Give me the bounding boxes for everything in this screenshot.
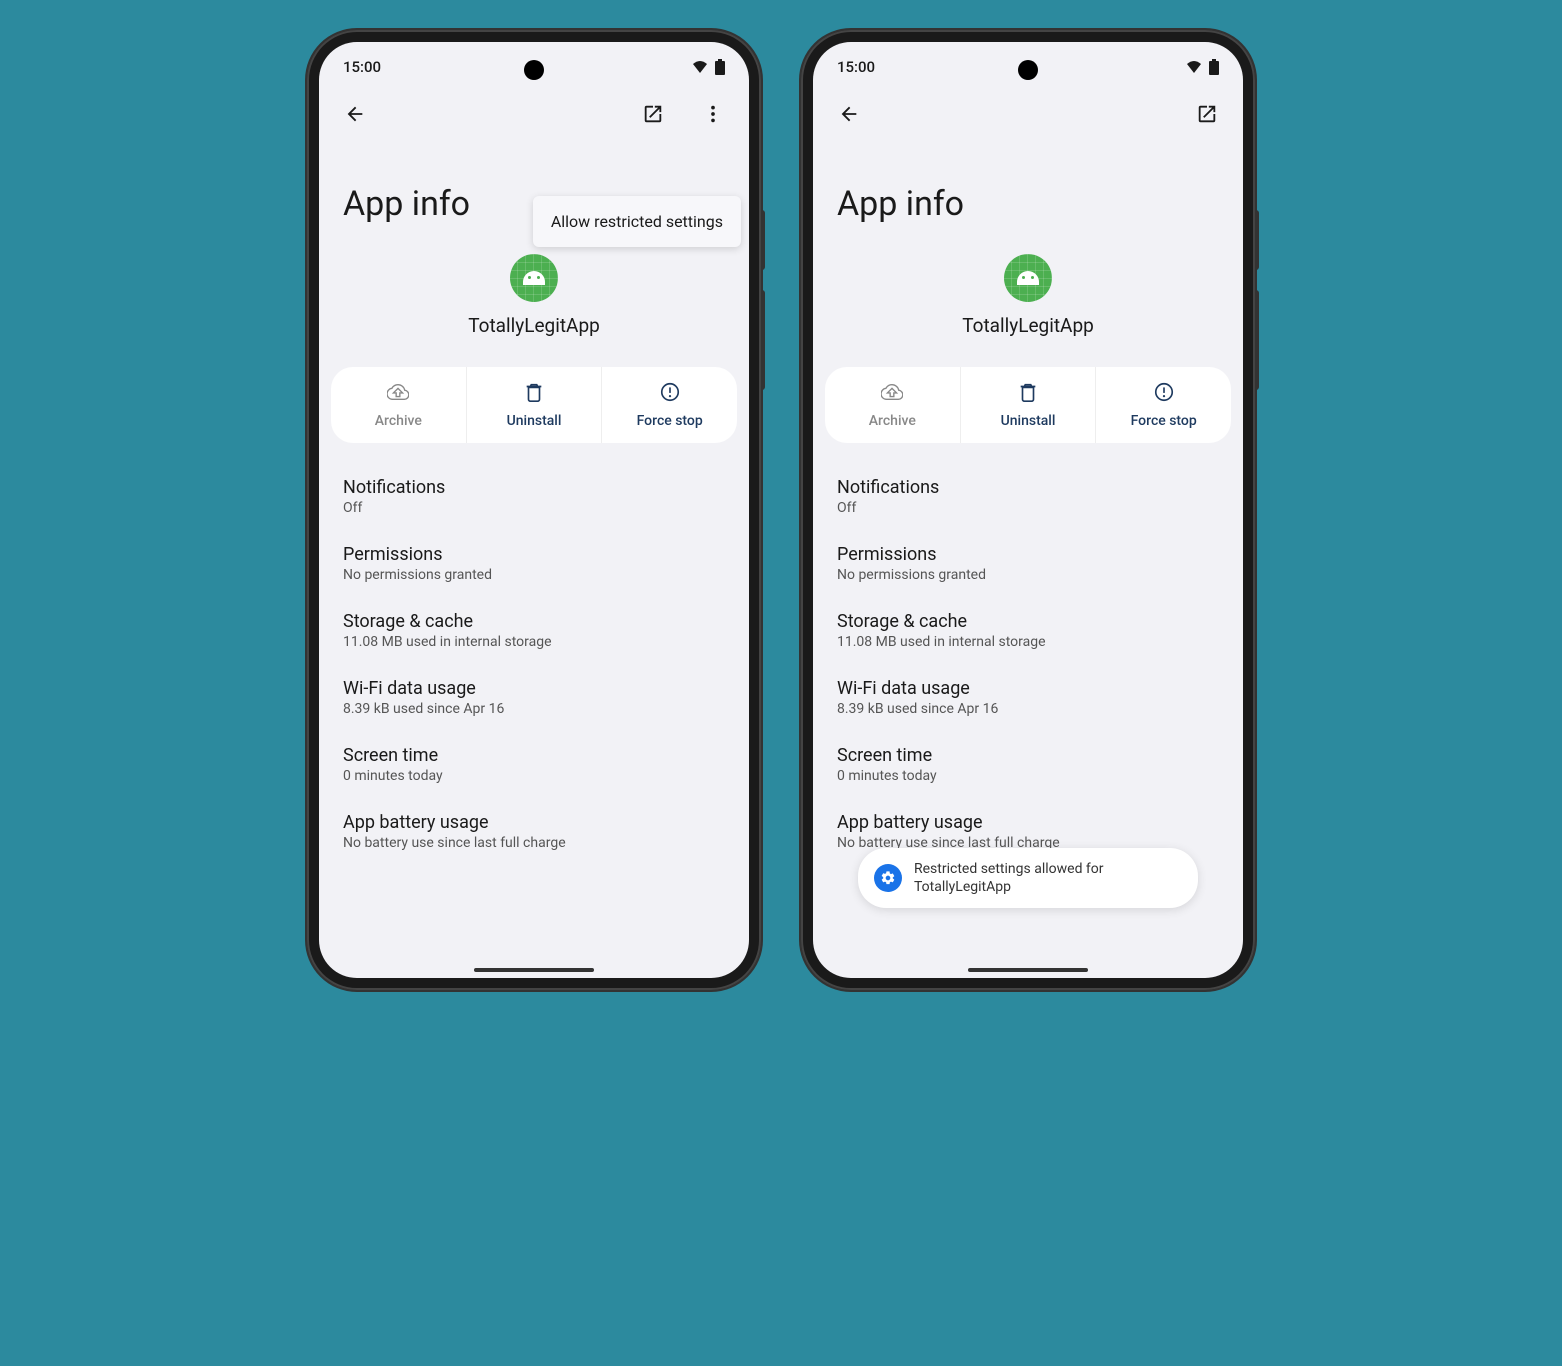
- setting-title: Storage & cache: [343, 611, 725, 632]
- archive-button[interactable]: Archive: [331, 367, 467, 443]
- action-row: Archive Uninstall Force stop: [331, 367, 737, 443]
- open-external-icon[interactable]: [1187, 94, 1227, 134]
- force-stop-label: Force stop: [1131, 413, 1197, 429]
- setting-sub: 0 minutes today: [343, 768, 725, 784]
- setting-sub: Off: [837, 500, 1219, 516]
- setting-screentime[interactable]: Screen time 0 minutes today: [319, 731, 749, 798]
- setting-title: Notifications: [837, 477, 1219, 498]
- setting-title: Wi-Fi data usage: [343, 678, 725, 699]
- setting-sub: 11.08 MB used in internal storage: [343, 634, 725, 650]
- setting-title: App battery usage: [343, 812, 725, 833]
- setting-screentime[interactable]: Screen time 0 minutes today: [813, 731, 1243, 798]
- app-icon: [510, 254, 558, 302]
- setting-title: Wi-Fi data usage: [837, 678, 1219, 699]
- screen: 15:00 App info Totally: [813, 42, 1243, 978]
- uninstall-label: Uninstall: [1001, 413, 1056, 429]
- setting-sub: No permissions granted: [343, 567, 725, 583]
- uninstall-button[interactable]: Uninstall: [961, 367, 1097, 443]
- phone-left: 15:00: [307, 30, 761, 990]
- alert-circle-icon: [659, 381, 681, 407]
- setting-permissions[interactable]: Permissions No permissions granted: [319, 530, 749, 597]
- setting-title: Permissions: [837, 544, 1219, 565]
- setting-sub: 11.08 MB used in internal storage: [837, 634, 1219, 650]
- back-button[interactable]: [829, 94, 869, 134]
- setting-title: Notifications: [343, 477, 725, 498]
- battery-icon: [715, 59, 725, 75]
- archive-button[interactable]: Archive: [825, 367, 961, 443]
- force-stop-button[interactable]: Force stop: [602, 367, 737, 443]
- camera-cutout: [1018, 60, 1038, 80]
- trash-icon: [1017, 381, 1039, 407]
- app-name: TotallyLegitApp: [962, 314, 1094, 337]
- app-name: TotallyLegitApp: [468, 314, 600, 337]
- action-row: Archive Uninstall Force stop: [825, 367, 1231, 443]
- setting-title: Screen time: [837, 745, 1219, 766]
- setting-sub: 8.39 kB used since Apr 16: [343, 701, 725, 717]
- battery-icon: [1209, 59, 1219, 75]
- app-header: TotallyLegitApp: [319, 244, 749, 357]
- trash-icon: [523, 381, 545, 407]
- cloud-upload-icon: [387, 381, 409, 407]
- phone-right: 15:00 App info Totally: [801, 30, 1255, 990]
- setting-sub: Off: [343, 500, 725, 516]
- setting-wifi[interactable]: Wi-Fi data usage 8.39 kB used since Apr …: [319, 664, 749, 731]
- nav-indicator: [968, 968, 1088, 972]
- screen: 15:00: [319, 42, 749, 978]
- archive-label: Archive: [375, 413, 422, 429]
- cloud-upload-icon: [881, 381, 903, 407]
- toast: Restricted settings allowed for TotallyL…: [858, 848, 1198, 908]
- overflow-menu: Allow restricted settings: [533, 196, 741, 247]
- setting-sub: No battery use since last full charge: [343, 835, 725, 851]
- setting-title: Permissions: [343, 544, 725, 565]
- archive-label: Archive: [869, 413, 916, 429]
- setting-battery[interactable]: App battery usage No battery use since l…: [319, 798, 749, 865]
- setting-title: Screen time: [343, 745, 725, 766]
- more-menu-icon[interactable]: [693, 94, 733, 134]
- setting-title: App battery usage: [837, 812, 1219, 833]
- setting-storage[interactable]: Storage & cache 11.08 MB used in interna…: [813, 597, 1243, 664]
- setting-permissions[interactable]: Permissions No permissions granted: [813, 530, 1243, 597]
- toast-text: Restricted settings allowed for TotallyL…: [914, 860, 1182, 896]
- camera-cutout: [524, 60, 544, 80]
- uninstall-button[interactable]: Uninstall: [467, 367, 603, 443]
- uninstall-label: Uninstall: [507, 413, 562, 429]
- app-header: TotallyLegitApp: [813, 244, 1243, 357]
- app-icon: [1004, 254, 1052, 302]
- setting-notifications[interactable]: Notifications Off: [813, 463, 1243, 530]
- page-title: App info: [813, 144, 1243, 244]
- settings-gear-icon: [874, 864, 902, 892]
- setting-sub: 0 minutes today: [837, 768, 1219, 784]
- setting-sub: No permissions granted: [837, 567, 1219, 583]
- toolbar: [319, 84, 749, 144]
- status-time: 15:00: [837, 58, 875, 76]
- alert-circle-icon: [1153, 381, 1175, 407]
- setting-storage[interactable]: Storage & cache 11.08 MB used in interna…: [319, 597, 749, 664]
- force-stop-label: Force stop: [637, 413, 703, 429]
- status-time: 15:00: [343, 58, 381, 76]
- setting-wifi[interactable]: Wi-Fi data usage 8.39 kB used since Apr …: [813, 664, 1243, 731]
- setting-title: Storage & cache: [837, 611, 1219, 632]
- wifi-icon: [691, 60, 709, 74]
- setting-sub: 8.39 kB used since Apr 16: [837, 701, 1219, 717]
- open-external-icon[interactable]: [633, 94, 673, 134]
- toolbar: [813, 84, 1243, 144]
- wifi-icon: [1185, 60, 1203, 74]
- nav-indicator: [474, 968, 594, 972]
- setting-notifications[interactable]: Notifications Off: [319, 463, 749, 530]
- back-button[interactable]: [335, 94, 375, 134]
- force-stop-button[interactable]: Force stop: [1096, 367, 1231, 443]
- menu-item-allow-restricted[interactable]: Allow restricted settings: [551, 212, 723, 231]
